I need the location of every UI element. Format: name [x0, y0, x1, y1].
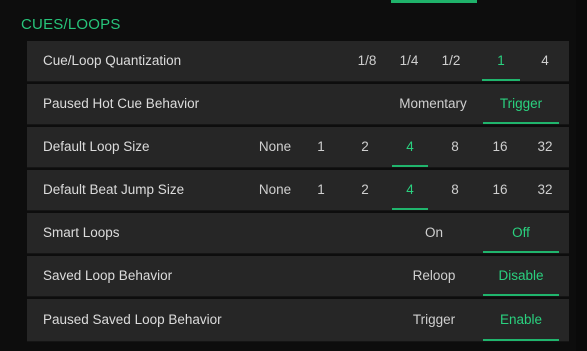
- option-button[interactable]: 32: [525, 127, 565, 167]
- setting-label: Cue/Loop Quantization: [43, 53, 182, 68]
- option-button[interactable]: 2: [347, 170, 383, 210]
- setting-row-paused-hot-cue-behavior: Paused Hot Cue Behavior Momentary Trigge…: [27, 84, 569, 125]
- option-button[interactable]: 16: [481, 127, 519, 167]
- option-button[interactable]: 1: [303, 127, 339, 167]
- setting-row-saved-loop-behavior: Saved Loop Behavior Reloop Disable: [27, 256, 569, 297]
- option-button[interactable]: 32: [525, 170, 565, 210]
- setting-label: Paused Saved Loop Behavior: [43, 312, 222, 327]
- option-button[interactable]: 8: [437, 170, 473, 210]
- setting-label: Paused Hot Cue Behavior: [43, 96, 200, 111]
- setting-label: Saved Loop Behavior: [43, 268, 173, 283]
- setting-row-smart-loops: Smart Loops On Off: [27, 213, 569, 254]
- option-button[interactable]: 1: [303, 170, 339, 210]
- option-button[interactable]: 4: [527, 41, 563, 81]
- option-button[interactable]: 16: [481, 170, 519, 210]
- top-selection-indicator: [391, 0, 477, 3]
- option-button[interactable]: 2: [347, 127, 383, 167]
- option-button[interactable]: Reloop: [399, 256, 469, 296]
- option-button[interactable]: 1/2: [431, 41, 471, 81]
- option-button[interactable]: Trigger: [479, 84, 563, 124]
- setting-row-default-beat-jump-size: Default Beat Jump Size None 1 2 4 8 16 3…: [27, 170, 569, 211]
- setting-label: Default Loop Size: [43, 139, 150, 154]
- option-button[interactable]: Trigger: [399, 299, 469, 341]
- setting-row-paused-saved-loop-behavior: Paused Saved Loop Behavior Trigger Enabl…: [27, 299, 569, 342]
- option-button[interactable]: On: [409, 213, 459, 253]
- setting-row-cue-loop-quantization: Cue/Loop Quantization 1/8 1/4 1/2 1 4: [27, 41, 569, 82]
- option-button[interactable]: Disable: [479, 256, 563, 296]
- setting-row-default-loop-size: Default Loop Size None 1 2 4 8 16 32: [27, 127, 569, 168]
- option-button[interactable]: 1: [478, 41, 524, 81]
- option-button[interactable]: Enable: [479, 299, 563, 341]
- option-button[interactable]: 1/8: [347, 41, 387, 81]
- option-button[interactable]: 8: [437, 127, 473, 167]
- option-button[interactable]: None: [253, 170, 297, 210]
- setting-label: Default Beat Jump Size: [43, 182, 185, 197]
- option-button[interactable]: Momentary: [387, 84, 479, 124]
- option-button[interactable]: None: [253, 127, 297, 167]
- option-button[interactable]: 4: [388, 170, 432, 210]
- section-title: CUES/LOOPS: [21, 16, 121, 33]
- cues-loops-settings-panel: CUES/LOOPS Cue/Loop Quantization 1/8 1/4…: [0, 0, 587, 351]
- setting-label: Smart Loops: [43, 225, 120, 240]
- option-button[interactable]: Off: [479, 213, 563, 253]
- option-button[interactable]: 4: [388, 127, 432, 167]
- option-button[interactable]: 1/4: [389, 41, 429, 81]
- scroll-edge: [576, 0, 587, 351]
